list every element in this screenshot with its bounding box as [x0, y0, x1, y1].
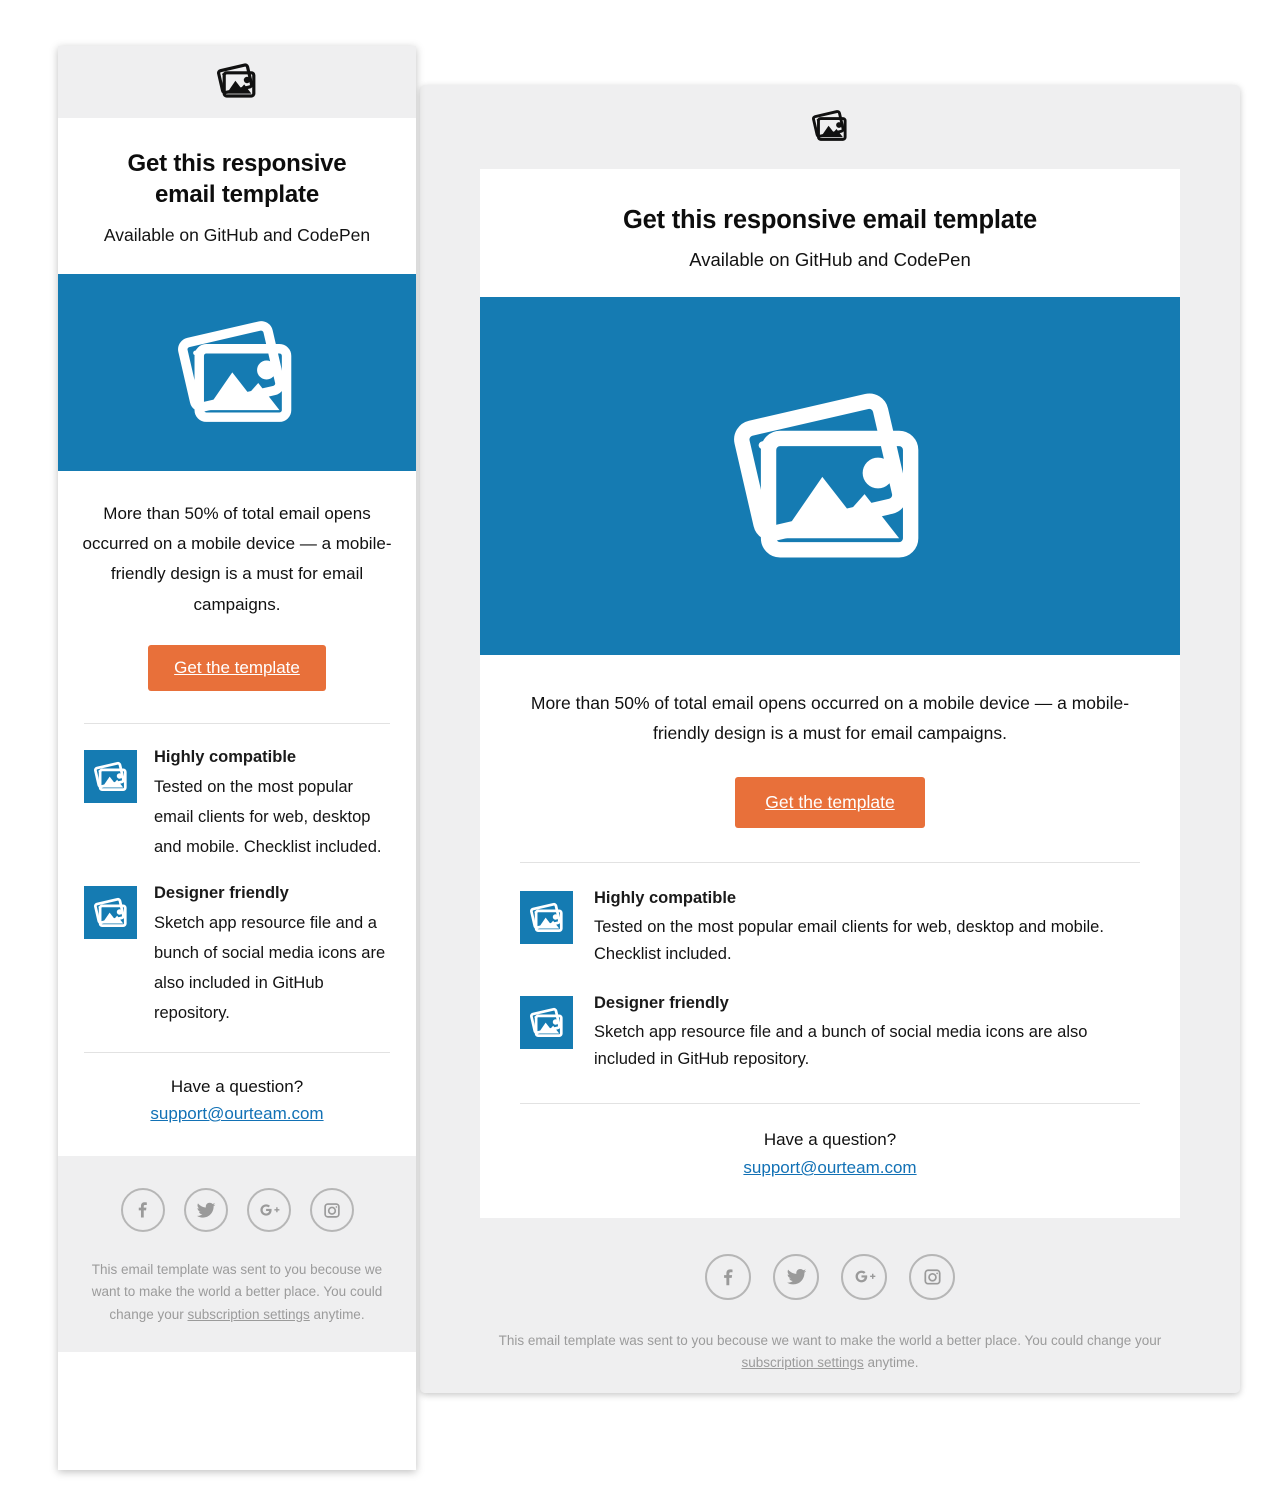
subscription-settings-link[interactable]: subscription settings — [187, 1307, 309, 1322]
desktop-email-card: Get this responsive email template Avail… — [480, 169, 1180, 1218]
legal-text-after: anytime. — [309, 1306, 365, 1322]
instagram-icon[interactable] — [309, 1187, 354, 1232]
desktop-hero-banner — [480, 296, 1180, 655]
photos-icon — [84, 749, 137, 803]
feature-title: Highly compatible — [594, 888, 737, 907]
desktop-question-block: Have a question? support@ourteam.com — [480, 1103, 1180, 1218]
page-title-line-2: email template — [155, 181, 319, 209]
desktop-cta-row: Get the template — [480, 747, 1180, 862]
mobile-logo-bar — [58, 46, 416, 118]
mobile-hero-banner — [58, 273, 416, 471]
question-prompt: Have a question? — [763, 1129, 897, 1149]
photos-icon — [84, 885, 137, 939]
legal-text-after: anytime. — [863, 1354, 919, 1370]
legal-text-before: This email template was sent to you beco… — [498, 1332, 1162, 1348]
feature-title: Designer friendly — [154, 883, 289, 902]
photos-icon — [178, 311, 296, 434]
support-email-link[interactable]: support@ourteam.com — [78, 1104, 396, 1124]
list-item: Designer friendly Sketch app resource fi… — [520, 994, 1140, 1073]
google-plus-icon[interactable] — [841, 1253, 887, 1300]
instagram-icon[interactable] — [909, 1253, 955, 1300]
feature-body: Tested on the most popular email clients… — [594, 917, 1104, 963]
mobile-cta-row: Get the template — [58, 619, 416, 723]
photos-icon — [216, 60, 257, 105]
mobile-footer: This email template was sent to you beco… — [58, 1155, 416, 1352]
lead-paragraph: More than 50% of total email opens occur… — [82, 503, 392, 614]
social-links — [84, 1187, 390, 1232]
page-title-line-1: Get this responsive — [127, 150, 347, 177]
list-item: Highly compatible Tested on the most pop… — [84, 748, 390, 862]
mobile-body: More than 50% of total email opens occur… — [58, 470, 416, 620]
subscription-settings-link[interactable]: subscription settings — [741, 1355, 863, 1370]
mobile-feature-list: Highly compatible Tested on the most pop… — [58, 723, 416, 1052]
google-plus-icon[interactable] — [246, 1187, 291, 1232]
desktop-header: Get this responsive email template Avail… — [480, 169, 1180, 297]
feature-body: Sketch app resource file and a bunch of … — [594, 1022, 1088, 1068]
page-subtitle: Available on GitHub and CodePen — [689, 248, 971, 270]
desktop-body: More than 50% of total email opens occur… — [480, 654, 1180, 748]
page-title: Get this responsive email template — [80, 148, 394, 211]
desktop-email-preview: Get this responsive email template Avail… — [420, 85, 1240, 1393]
social-links — [480, 1253, 1180, 1300]
facebook-icon[interactable] — [120, 1187, 165, 1232]
feature-title: Highly compatible — [154, 747, 297, 766]
list-item: Highly compatible Tested on the most pop… — [520, 889, 1140, 968]
mobile-email-preview: Get this responsive email template Avail… — [58, 46, 416, 1470]
twitter-icon[interactable] — [183, 1187, 228, 1232]
list-item: Designer friendly Sketch app resource fi… — [84, 884, 390, 1028]
lead-paragraph: More than 50% of total email opens occur… — [530, 692, 1130, 743]
feature-body: Tested on the most popular email clients… — [154, 777, 382, 856]
get-the-template-button[interactable]: Get the template — [735, 776, 925, 828]
photos-icon — [520, 995, 573, 1049]
photos-icon — [520, 890, 573, 944]
page-title: Get this responsive email template — [622, 206, 1038, 234]
legal-text: This email template was sent to you beco… — [84, 1259, 390, 1326]
photos-icon — [811, 107, 848, 148]
question-prompt: Have a question? — [170, 1076, 304, 1096]
desktop-feature-list: Highly compatible Tested on the most pop… — [480, 862, 1180, 1103]
mobile-question-block: Have a question? support@ourteam.com — [58, 1052, 416, 1156]
feature-body: Sketch app resource file and a bunch of … — [154, 913, 386, 1022]
desktop-logo-bar — [420, 85, 1240, 169]
mobile-header: Get this responsive email template Avail… — [58, 118, 416, 274]
page-subtitle: Available on GitHub and CodePen — [103, 224, 371, 245]
legal-text: This email template was sent to you beco… — [480, 1330, 1180, 1374]
facebook-icon[interactable] — [705, 1253, 751, 1300]
desktop-footer: This email template was sent to you beco… — [420, 1217, 1240, 1393]
get-the-template-button[interactable]: Get the template — [148, 644, 326, 691]
twitter-icon[interactable] — [773, 1253, 819, 1300]
screenshot-stage: Get this responsive email template Avail… — [0, 0, 1280, 1508]
support-email-link[interactable]: support@ourteam.com — [520, 1158, 1140, 1178]
feature-title: Designer friendly — [594, 993, 729, 1012]
photos-icon — [734, 377, 926, 574]
